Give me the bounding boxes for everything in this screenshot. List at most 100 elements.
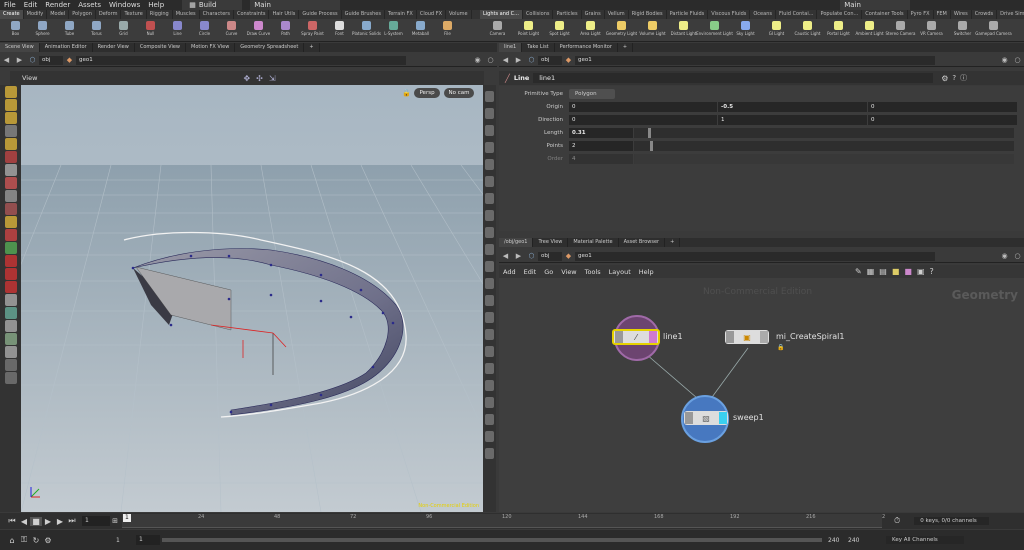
origin-x[interactable]: 0	[569, 101, 717, 112]
points-field[interactable]: 2	[569, 140, 633, 151]
order-field[interactable]: 4	[569, 153, 633, 164]
network-menu-item[interactable]: Add	[499, 266, 520, 278]
viewport-tool-icon[interactable]	[4, 86, 17, 98]
viewport-tool-icon[interactable]	[4, 294, 17, 306]
display-option-icon[interactable]	[485, 431, 494, 442]
network-menu-item[interactable]: Help	[635, 266, 658, 278]
path-obj[interactable]: obj	[538, 55, 562, 65]
shelf-tool[interactable]: Curve	[218, 19, 245, 42]
node-bypass-flag[interactable]	[685, 412, 693, 424]
shelf-tool[interactable]: Switcher	[947, 19, 978, 42]
snap-icon[interactable]: ✥	[243, 74, 250, 83]
step-forward-icon[interactable]: ▶	[54, 517, 66, 526]
help-icon[interactable]: ?	[930, 267, 934, 276]
forward-arrow-icon[interactable]: ▶	[514, 252, 523, 261]
display-option-icon[interactable]	[485, 91, 494, 102]
viewport-tool-icon[interactable]	[4, 346, 17, 358]
path-geo[interactable]: geo1	[76, 55, 406, 65]
path-geo[interactable]: geo1	[575, 251, 935, 261]
gear-icon[interactable]: ⚙	[941, 74, 948, 83]
scene-viewport[interactable]: Non-Commercial Edition 🔒 Persp No cam	[21, 85, 483, 512]
display-option-icon[interactable]	[485, 244, 494, 255]
viewport-tool-icon[interactable]	[4, 268, 17, 280]
forward-arrow-icon[interactable]: ▶	[514, 56, 523, 65]
timeline-playhead[interactable]: 1	[123, 514, 131, 522]
main-selector-right[interactable]: Main	[840, 0, 911, 10]
shelf-tool[interactable]: Torus	[83, 19, 110, 42]
viewport-tool-icon[interactable]	[4, 164, 17, 176]
config-icon[interactable]: ⚙	[42, 536, 54, 545]
shelf-tool[interactable]: L-System	[380, 19, 407, 42]
shelf-tool[interactable]: File	[434, 19, 461, 42]
main-selector-left[interactable]: Main	[250, 0, 341, 10]
display-option-icon[interactable]	[485, 346, 494, 357]
jump-end-icon[interactable]: ⏭	[66, 516, 78, 526]
viewport-tool-icon[interactable]	[4, 125, 17, 137]
node-sweep1[interactable]: ▧	[684, 411, 728, 425]
add-tab-icon[interactable]: +	[618, 43, 634, 52]
frame-step-icon[interactable]: ⊞	[110, 517, 120, 525]
key-icon[interactable]: ⚿	[18, 535, 30, 545]
current-frame-field[interactable]: 1	[82, 516, 110, 526]
length-slider[interactable]	[634, 127, 1014, 138]
shelf-tool[interactable]: Point Light	[513, 19, 544, 42]
display-option-icon[interactable]	[485, 363, 494, 374]
list-icon[interactable]: ▤	[879, 267, 887, 276]
audio-icon[interactable]: ⌂	[6, 536, 18, 545]
display-icon[interactable]: ⇲	[269, 74, 276, 83]
pane-tab[interactable]: Performance Monitor	[555, 43, 618, 52]
shelf-tool[interactable]: Environment Light	[696, 19, 733, 42]
display-option-icon[interactable]	[485, 380, 494, 391]
pane-tab[interactable]: Animation Editor	[40, 43, 93, 52]
pane-tab[interactable]: line1	[499, 43, 523, 52]
link-icon[interactable]: ○	[486, 56, 495, 65]
play-icon[interactable]: ▶	[42, 517, 54, 526]
link-icon[interactable]: ○	[1013, 56, 1022, 65]
shelf-tool[interactable]: Metaball	[407, 19, 434, 42]
info-icon[interactable]: ⓘ	[960, 73, 967, 83]
step-back-icon[interactable]: ◀	[18, 517, 30, 526]
display-option-icon[interactable]	[485, 312, 494, 323]
pane-tab[interactable]: Asset Browser	[619, 238, 666, 247]
wrench-icon[interactable]: ✎	[855, 267, 862, 276]
viewport-tool-icon[interactable]	[4, 99, 17, 111]
display-option-icon[interactable]	[485, 278, 494, 289]
shelf-tool[interactable]: Draw Curve	[245, 19, 272, 42]
persp-menu[interactable]: Persp	[414, 88, 440, 98]
pane-tab[interactable]: /obj/geo1	[499, 238, 534, 247]
range-start[interactable]: 1	[116, 537, 136, 544]
display-option-icon[interactable]	[485, 159, 494, 170]
key-channels-menu[interactable]: Key All Channels	[886, 536, 964, 544]
shelf-tool[interactable]: Ambient Light	[854, 19, 885, 42]
shelf-tool[interactable]: Gamepad Camera	[975, 19, 1012, 42]
range-end-field[interactable]: 240	[848, 537, 872, 544]
shelf-tool[interactable]: Box	[2, 19, 29, 42]
display-option-icon[interactable]	[485, 329, 494, 340]
menu-edit[interactable]: Edit	[20, 0, 42, 10]
menu-help[interactable]: Help	[144, 0, 168, 10]
viewport-tool-icon[interactable]	[4, 229, 17, 241]
network-editor[interactable]: Non-Commercial Edition Geometry ⁄ line1 …	[499, 278, 1024, 512]
add-tab-icon[interactable]: +	[304, 43, 320, 52]
node-name-field[interactable]: line1	[533, 73, 934, 83]
viewport-tool-icon[interactable]	[4, 372, 17, 384]
node-display-flag[interactable]	[760, 331, 768, 343]
menu-windows[interactable]: Windows	[105, 0, 144, 10]
viewport-tool-icon[interactable]	[4, 333, 17, 345]
viewport-tool-icon[interactable]	[4, 216, 17, 228]
add-tab-icon[interactable]: +	[665, 238, 681, 247]
shelf-tool[interactable]: GI Light	[761, 19, 792, 42]
shelf-tool[interactable]: Grid	[110, 19, 137, 42]
pane-tab[interactable]: Composite View	[135, 43, 186, 52]
node-display-flag[interactable]	[649, 331, 657, 343]
shape-palette-icon[interactable]: ■	[904, 267, 912, 276]
pane-tab[interactable]: Render View	[93, 43, 135, 52]
node-bypass-flag[interactable]	[615, 331, 623, 343]
desktop-selector[interactable]: ▦ Build	[182, 0, 243, 10]
primitive-type-menu[interactable]: Polygon	[569, 88, 615, 99]
path-geo[interactable]: geo1	[575, 55, 935, 65]
range-slider[interactable]	[162, 538, 822, 542]
display-option-icon[interactable]	[485, 448, 494, 459]
display-option-icon[interactable]	[485, 295, 494, 306]
display-option-icon[interactable]	[485, 227, 494, 238]
